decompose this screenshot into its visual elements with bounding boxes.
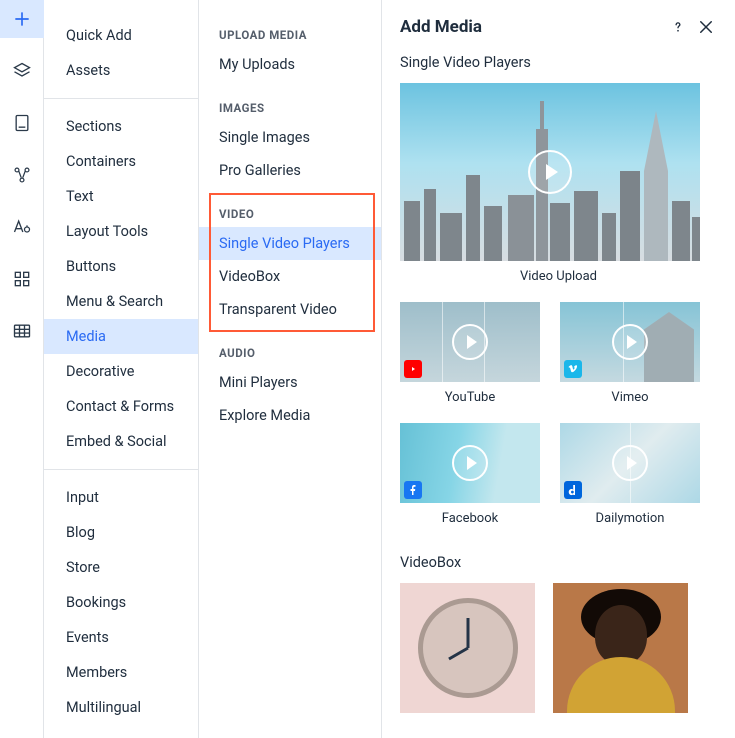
secondary-column: UPLOAD MEDIA My Uploads IMAGES Single Im… [199, 0, 382, 738]
group-images: IMAGES [199, 91, 381, 121]
divider [44, 98, 198, 99]
main-header: Add Media [382, 0, 735, 44]
group-video: VIDEO [199, 197, 381, 227]
providers-grid: YouTube Vimeo [400, 302, 717, 526]
thumb-label: YouTube [445, 390, 496, 405]
vimeo-badge-icon [564, 360, 582, 378]
primary-item-embed-social[interactable]: Embed & Social [44, 424, 198, 459]
thumb-label: Dailymotion [596, 511, 665, 526]
rail-text-style[interactable] [0, 208, 44, 246]
videobox-portrait[interactable] [553, 583, 688, 713]
play-icon [452, 445, 488, 481]
portrait-illustration [553, 583, 688, 713]
thumb-vimeo[interactable] [560, 302, 700, 382]
primary-item-members[interactable]: Members [44, 655, 198, 690]
section-single-video-players: Single Video Players [400, 54, 717, 71]
group-audio: AUDIO [199, 336, 381, 366]
page-title: Add Media [400, 17, 661, 37]
videobox-clock[interactable] [400, 583, 535, 713]
clock-icon [418, 598, 518, 698]
main-panel: Add Media Single Video Players [382, 0, 735, 738]
rail-layers[interactable] [0, 52, 44, 90]
primary-column: Quick Add Assets Sections Containers Tex… [44, 0, 199, 738]
primary-item-sections[interactable]: Sections [44, 109, 198, 144]
text-style-icon [12, 217, 32, 237]
plus-icon [12, 9, 32, 29]
section-videobox: VideoBox [400, 554, 717, 571]
icon-rail [0, 0, 44, 738]
help-button[interactable] [667, 16, 689, 38]
primary-item-input[interactable]: Input [44, 480, 198, 515]
primary-item-menu-search[interactable]: Menu & Search [44, 284, 198, 319]
dailymotion-badge-icon [564, 481, 582, 499]
sec-item-mini-players[interactable]: Mini Players [199, 366, 381, 399]
primary-item-events[interactable]: Events [44, 620, 198, 655]
primary-item-media[interactable]: Media [44, 319, 198, 354]
primary-item-containers[interactable]: Containers [44, 144, 198, 179]
layers-icon [12, 61, 32, 81]
primary-item-text[interactable]: Text [44, 179, 198, 214]
help-icon [669, 18, 687, 36]
rail-grid[interactable] [0, 260, 44, 298]
play-icon [528, 150, 572, 194]
videobox-grid [400, 583, 717, 713]
primary-item-buttons[interactable]: Buttons [44, 249, 198, 284]
play-icon [612, 324, 648, 360]
rail-page[interactable] [0, 104, 44, 142]
primary-item-decorative[interactable]: Decorative [44, 354, 198, 389]
primary-item-store[interactable]: Store [44, 550, 198, 585]
grid-icon [12, 269, 32, 289]
rail-nodes[interactable] [0, 156, 44, 194]
sec-item-my-uploads[interactable]: My Uploads [199, 48, 381, 81]
primary-item-assets[interactable]: Assets [44, 53, 198, 88]
divider [44, 469, 198, 470]
rail-table[interactable] [0, 312, 44, 350]
thumb-youtube[interactable] [400, 302, 540, 382]
primary-item-multilingual[interactable]: Multilingual [44, 690, 198, 725]
sec-item-transparent-video[interactable]: Transparent Video [199, 293, 381, 326]
close-button[interactable] [695, 16, 717, 38]
group-upload-media: UPLOAD MEDIA [199, 18, 381, 48]
primary-item-quick-add[interactable]: Quick Add [44, 18, 198, 53]
thumb-facebook[interactable] [400, 423, 540, 503]
primary-item-bookings[interactable]: Bookings [44, 585, 198, 620]
main-body: Single Video Players Video Up [382, 44, 735, 738]
thumb-dailymotion[interactable] [560, 423, 700, 503]
sec-item-explore-media[interactable]: Explore Media [199, 399, 381, 432]
play-icon [612, 445, 648, 481]
play-icon [452, 324, 488, 360]
facebook-badge-icon [404, 481, 422, 499]
youtube-badge-icon [404, 360, 422, 378]
hero-video-upload[interactable] [400, 83, 700, 261]
hero-label: Video Upload [400, 269, 717, 284]
primary-item-contact-forms[interactable]: Contact & Forms [44, 389, 198, 424]
table-icon [12, 321, 32, 341]
primary-item-layout-tools[interactable]: Layout Tools [44, 214, 198, 249]
sec-item-videobox[interactable]: VideoBox [199, 260, 381, 293]
nodes-icon [12, 165, 32, 185]
thumb-label: Facebook [442, 511, 498, 526]
thumb-label: Vimeo [611, 390, 648, 405]
sec-item-pro-galleries[interactable]: Pro Galleries [199, 154, 381, 187]
page-icon [12, 113, 32, 133]
sec-item-single-video-players[interactable]: Single Video Players [199, 227, 381, 260]
rail-plus[interactable] [0, 0, 44, 38]
close-icon [697, 18, 715, 36]
primary-item-blog[interactable]: Blog [44, 515, 198, 550]
sec-item-single-images[interactable]: Single Images [199, 121, 381, 154]
